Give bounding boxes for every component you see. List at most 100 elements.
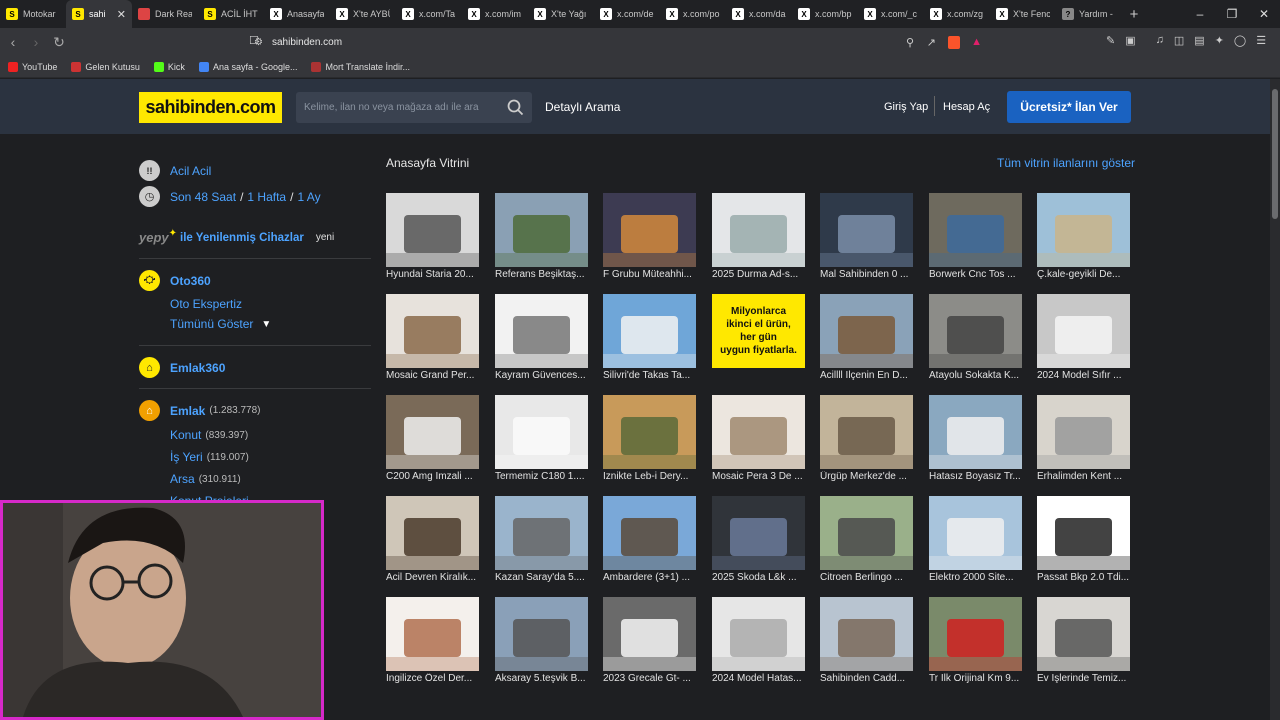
listing-caption[interactable]: Mosaic Pera 3 De ... [712, 471, 812, 482]
browser-tab[interactable]: X X'te Yağı [528, 0, 594, 28]
listing-caption[interactable]: Mal Sahibinden 0 ... [820, 269, 920, 280]
wallet-icon[interactable]: ▤ [1194, 34, 1204, 47]
browser-tab[interactable]: S Motokar [0, 0, 66, 28]
listing-caption[interactable]: Elektro 2000 Site... [929, 572, 1029, 583]
showcase-item[interactable]: Elektro 2000 Site... [929, 496, 1022, 583]
showcase-item[interactable]: Aksaray 5.teşvik B... [495, 597, 588, 684]
listing-caption[interactable]: Ingilizce Özel Der... [386, 673, 486, 684]
showcase-item[interactable]: Ambardere (3+1) ... [603, 496, 696, 583]
showcase-item[interactable]: Acil Devren Kiralık... [386, 496, 479, 583]
listing-thumbnail[interactable] [386, 294, 479, 368]
browser-tab[interactable]: Xx.com/_c [858, 0, 924, 28]
listing-caption[interactable]: Ambardere (3+1) ... [603, 572, 703, 583]
listing-caption[interactable]: C200 Amg Imzali ... [386, 471, 486, 482]
listing-thumbnail[interactable] [386, 597, 479, 671]
showcase-item[interactable]: Ingilizce Özel Der... [386, 597, 479, 684]
listing-thumbnail[interactable] [386, 395, 479, 469]
listing-caption[interactable]: Ürgüp Merkez'de ... [820, 471, 920, 482]
isyeri-link[interactable]: İş Yeri [170, 450, 203, 464]
yepy-row[interactable]: yepy ✦ ile Yenilenmiş Cihazlar yeni [139, 228, 334, 245]
listing-thumbnail[interactable] [820, 496, 913, 570]
listing-caption[interactable]: Acil Devren Kiralık... [386, 572, 486, 583]
showcase-item[interactable]: Acillll Ilçenin En D... [820, 294, 913, 381]
listing-thumbnail[interactable] [1037, 597, 1130, 671]
listing-caption[interactable]: Mosaic Grand Per... [386, 370, 486, 381]
bookmark-item[interactable]: Kick [153, 61, 185, 72]
listing-caption[interactable]: 2025 Skoda L&k ... [712, 572, 812, 583]
music-icon[interactable]: ♫ [1156, 34, 1164, 47]
browser-tab[interactable]: Xx.com/im [462, 0, 528, 28]
listing-caption[interactable]: Hyundai Staria 20... [386, 269, 486, 280]
search-icon[interactable] [507, 99, 524, 116]
listing-caption[interactable]: Sahibinden Cadd... [820, 673, 920, 684]
bookmark-item[interactable]: Ana sayfa - Google... [198, 61, 297, 72]
sidebar-icon[interactable]: ◫ [1174, 34, 1184, 47]
listing-caption[interactable]: Borwerk Cnc Tos ... [929, 269, 1029, 280]
listing-caption[interactable]: Ev Işlerinde Temiz... [1037, 673, 1137, 684]
showcase-item[interactable]: Referans Beşiktaş... [495, 193, 588, 280]
browser-tab[interactable]: Xx.com/Ta [396, 0, 462, 28]
showcase-item[interactable]: Ç.kale-geyikli De... [1037, 193, 1130, 280]
show-all-row[interactable]: Tümünü Göster ▼ [170, 317, 271, 331]
showcase-item[interactable]: Mosaic Pera 3 De ... [712, 395, 805, 482]
showcase-all-link[interactable]: Tüm vitrin ilanlarını göster [997, 156, 1135, 170]
post-ad-button[interactable]: Ücretsiz* İlan Ver [1007, 91, 1131, 123]
vpn-icon[interactable]: ◯ [1234, 34, 1246, 47]
site-logo[interactable]: sahibinden.com [139, 92, 282, 123]
listing-caption[interactable]: Kazan Saray'da 5.... [495, 572, 595, 583]
showcase-item[interactable]: Mosaic Grand Per... [386, 294, 479, 381]
listing-thumbnail[interactable] [929, 496, 1022, 570]
scrollbar-thumb[interactable] [1272, 89, 1278, 219]
emlak360-row[interactable]: ⌂ Emlak360 [139, 357, 225, 378]
browser-tab[interactable]: X Anasayfa [264, 0, 330, 28]
listing-thumbnail[interactable] [495, 597, 588, 671]
listing-thumbnail[interactable] [929, 294, 1022, 368]
browser-tab[interactable]: ? Yardım - [1056, 0, 1122, 28]
browser-tab[interactable]: Ssahi ✕ [66, 0, 132, 28]
url-box[interactable]: ⚙ sahibinden.com ⚲ ↗ ▲ [244, 31, 992, 53]
leo-icon[interactable]: ✦ [1215, 34, 1224, 47]
reload-icon[interactable]: ↻ [49, 34, 69, 51]
listing-caption[interactable]: Iznikte Leb-i Dery... [603, 471, 703, 482]
listing-caption[interactable]: Acillll Ilçenin En D... [820, 370, 920, 381]
arsa-link[interactable]: Arsa [170, 472, 195, 486]
listing-thumbnail[interactable] [1037, 193, 1130, 267]
listing-thumbnail[interactable] [712, 597, 805, 671]
register-link[interactable]: Hesap Aç [943, 101, 990, 113]
arsa-row[interactable]: Arsa (310.911) [170, 472, 241, 486]
listing-caption[interactable]: Referans Beşiktaş... [495, 269, 595, 280]
ad-banner-text[interactable]: Milyonlarca ikinci el ürün, her gün uygun f… [712, 294, 805, 368]
browser-tab[interactable]: X X'te AYBÜ [330, 0, 396, 28]
site-info-icon[interactable]: ⚙ [254, 37, 263, 48]
listing-thumbnail[interactable] [386, 193, 479, 267]
listing-thumbnail[interactable] [603, 193, 696, 267]
listing-thumbnail[interactable] [603, 395, 696, 469]
extensions-icon[interactable]: ✎ [1106, 34, 1115, 47]
listing-caption[interactable]: Ç.kale-geyikli De... [1037, 269, 1137, 280]
listing-thumbnail[interactable] [495, 294, 588, 368]
login-link[interactable]: Giriş Yap [884, 101, 928, 113]
listing-thumbnail[interactable] [712, 395, 805, 469]
detailed-search-link[interactable]: Detaylı Arama [545, 100, 620, 114]
showcase-item[interactable]: C200 Amg Imzali ... [386, 395, 479, 482]
showcase-item[interactable]: Passat Bkp 2.0 Tdi... [1037, 496, 1130, 583]
yepy-link[interactable]: ile Yenilenmiş Cihazlar [180, 232, 304, 244]
search-input[interactable] [296, 92, 496, 123]
one-week-link[interactable]: 1 Hafta [247, 190, 286, 204]
last-48h-link[interactable]: Son 48 Saat [170, 190, 236, 204]
showcase-item[interactable]: 2025 Durma Ad-s... [712, 193, 805, 280]
listing-caption[interactable]: Hatasız Boyasız Tr... [929, 471, 1029, 482]
konut-link[interactable]: Konut [170, 428, 201, 442]
showcase-item[interactable]: Ev Işlerinde Temiz... [1037, 597, 1130, 684]
oto360-link[interactable]: Oto360 [170, 274, 211, 288]
showcase-item[interactable]: Termemiz C180 1.... [495, 395, 588, 482]
listing-thumbnail[interactable] [712, 193, 805, 267]
page-scrollbar[interactable] [1270, 79, 1280, 720]
listing-caption[interactable]: 2025 Durma Ad-s... [712, 269, 812, 280]
showcase-item[interactable]: Silivri'de Takas Ta... [603, 294, 696, 381]
restore-icon[interactable]: ❐ [1216, 0, 1248, 28]
listing-caption[interactable]: 2024 Model Hatas... [712, 673, 812, 684]
listing-caption[interactable]: Silivri'de Takas Ta... [603, 370, 703, 381]
listing-caption[interactable]: Atayolu Sokakta K... [929, 370, 1029, 381]
listing-thumbnail[interactable] [603, 597, 696, 671]
